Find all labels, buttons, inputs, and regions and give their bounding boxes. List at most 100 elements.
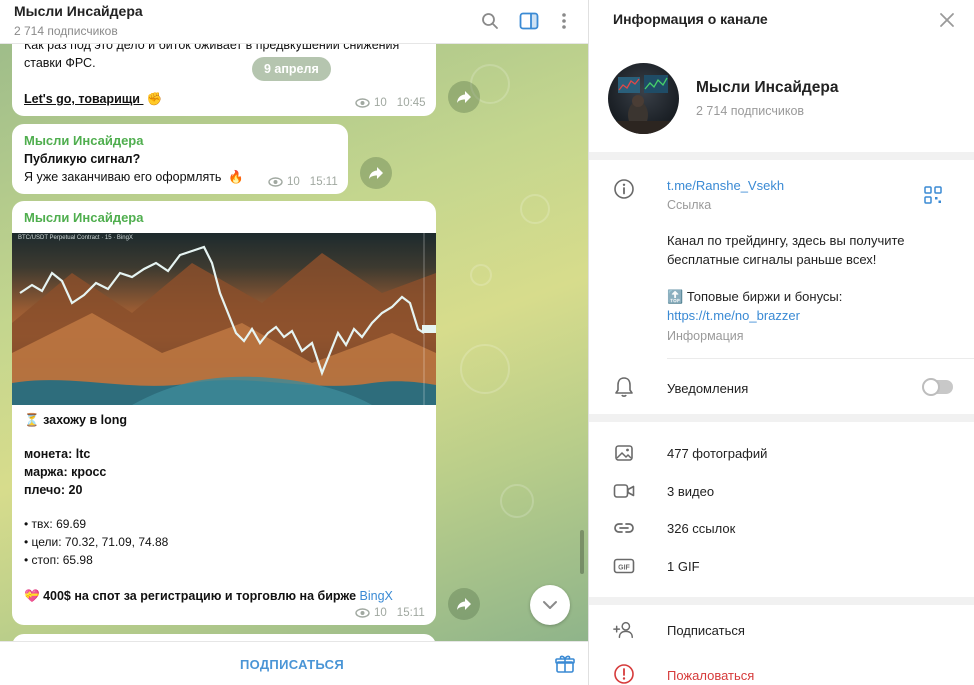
svg-text:GIF: GIF [618, 565, 630, 572]
message-meta: 10 15:11 [268, 176, 338, 188]
message-text: Как раз под это дело и биток оживает в п… [24, 44, 400, 52]
message-bubble[interactable]: Мысли Инсайдера BTC/USDT Perpetual Contr… [12, 201, 436, 625]
message-views: 10 [374, 97, 387, 109]
message-time: 15:11 [396, 607, 425, 619]
chat-background: Как раз под это дело и биток оживает в п… [0, 44, 588, 641]
photo-chart-caption: BTC/USDT Perpetual Contract · 15 · BingX [18, 235, 133, 241]
sidebar-toggle-icon[interactable] [518, 10, 540, 32]
fire-emoji: 🔥 [227, 170, 244, 184]
signal-heading-text: захожу в long [43, 413, 127, 427]
message-bubble[interactable]: Как раз под это дело и биток оживает в п… [12, 44, 436, 116]
signal-margin: маржа: кросс [24, 465, 107, 479]
message-sender[interactable]: Мысли Инсайдера [24, 210, 143, 225]
message-bubble[interactable] [12, 634, 436, 641]
channel-description-line: Топовые биржи и бонусы: [686, 289, 843, 304]
gift-icon[interactable] [555, 654, 575, 674]
subscribe-row[interactable]: Подписаться [667, 623, 745, 638]
message-meta: 10 15:11 [355, 607, 425, 619]
video-icon [613, 480, 635, 502]
signal-entry: • твх: 69.69 [24, 517, 87, 531]
message-text-line: Я уже заканчиваю его оформлять [24, 170, 222, 184]
media-videos[interactable]: 3 видео [667, 484, 714, 499]
panel-title: Информация о канале [613, 11, 768, 27]
chat-title[interactable]: Мысли Инсайдера [14, 3, 143, 19]
subscribe-button[interactable]: ПОДПИСАТЬСЯ [200, 642, 384, 685]
channel-link-label: Ссылка [667, 198, 712, 212]
top-emoji: 🔝 [667, 289, 684, 304]
description-link[interactable]: https://t.me/no_brazzer [667, 308, 800, 323]
row-divider [667, 358, 974, 359]
forward-icon[interactable] [448, 81, 480, 113]
toggle-knob [922, 378, 940, 396]
channel-info-panel: Информация о канале Мысли Инсайдера 2 71… [588, 0, 974, 685]
background-doodle [500, 484, 534, 518]
views-icon [355, 608, 370, 618]
channel-description: бесплатные сигналы раньше всех! [667, 252, 877, 267]
signal-targets: • цели: 70.32, 71.09, 74.88 [24, 535, 169, 549]
message-time: 15:11 [309, 176, 338, 188]
media-gifs[interactable]: 1 GIF [667, 559, 700, 574]
background-doodle [460, 344, 510, 394]
signal-leverage: плечо: 20 [24, 483, 83, 497]
channel-link[interactable]: t.me/Ranshe_Vsekh [667, 178, 784, 193]
background-doodle [470, 264, 492, 286]
channel-avatar[interactable] [608, 63, 679, 134]
message-link[interactable]: Let's go, товарищи ✊ [24, 90, 162, 108]
media-links[interactable]: 326 ссылок [667, 521, 735, 536]
message-link-text[interactable]: Let's go, товарищи [24, 92, 140, 106]
close-icon[interactable] [937, 10, 957, 30]
promo-text: 400$ на спот за регистрацию и торговлю н… [43, 589, 357, 603]
avatar-image [608, 75, 679, 134]
channel-description: 🔝 Топовые биржи и бонусы: [667, 289, 842, 305]
message-text: Я уже заканчиваю его оформлять 🔥 [24, 168, 244, 186]
fist-emoji: ✊ [146, 92, 163, 106]
message-sender[interactable]: Мысли Инсайдера [24, 133, 143, 148]
gift-emoji: 💝 [24, 589, 40, 603]
message-views: 10 [374, 607, 387, 619]
media-photos[interactable]: 477 фотографий [667, 446, 767, 461]
notifications-label[interactable]: Уведомления [667, 381, 748, 396]
gif-icon: GIF [613, 555, 635, 577]
description-label: Информация [667, 329, 744, 343]
message-time: 10:45 [396, 97, 426, 109]
chevron-down-icon [543, 601, 557, 609]
info-icon [613, 178, 635, 200]
qr-code-icon[interactable] [924, 186, 942, 204]
hourglass-emoji: ⏳ [24, 413, 40, 427]
telegram-window: Мысли Инсайдера 2 714 подписчиков Как ра… [0, 0, 974, 685]
report-row[interactable]: Пожаловаться [667, 668, 754, 683]
channel-subscriber-count: 2 714 подписчиков [696, 104, 805, 118]
forward-icon[interactable] [360, 157, 392, 189]
promo-line: 💝 400$ на спот за регистрацию и торговлю… [24, 587, 393, 605]
bell-icon [613, 376, 635, 398]
notifications-toggle[interactable] [922, 378, 953, 396]
message-text: Публикую сигнал? [24, 152, 141, 166]
chat-scrollbar[interactable] [580, 530, 584, 574]
scroll-down-button[interactable] [530, 585, 570, 625]
photo-price-chart [19, 233, 436, 405]
signal-coin: монета: ltc [24, 447, 91, 461]
section-divider [589, 597, 974, 605]
chat-footer: ПОДПИСАТЬСЯ [0, 641, 588, 685]
views-icon [355, 98, 370, 108]
report-icon [613, 663, 635, 685]
message-bubble[interactable]: Мысли Инсайдера Публикую сигнал? Я уже з… [12, 124, 348, 194]
section-divider [589, 414, 974, 422]
search-icon[interactable] [479, 10, 501, 32]
add-user-icon [613, 619, 635, 641]
more-menu-icon[interactable] [553, 10, 575, 32]
message-photo[interactable]: BTC/USDT Perpetual Contract · 15 · BingX [12, 233, 436, 405]
date-pill: 9 апреля [252, 57, 331, 81]
photo-icon [613, 442, 635, 464]
message-text: ставки ФРС. [24, 56, 96, 70]
channel-description: Канал по трейдингу, здесь вы получите [667, 233, 905, 248]
signal-heading: ⏳ захожу в long [24, 411, 127, 429]
chat-header[interactable]: Мысли Инсайдера 2 714 подписчиков [0, 0, 588, 44]
promo-link[interactable]: BingX [360, 589, 393, 603]
channel-name: Мысли Инсайдера [696, 79, 839, 96]
background-doodle [520, 194, 550, 224]
section-divider [589, 152, 974, 160]
link-icon [613, 517, 635, 539]
forward-icon[interactable] [448, 588, 480, 620]
chat-pane: Мысли Инсайдера 2 714 подписчиков Как ра… [0, 0, 588, 685]
